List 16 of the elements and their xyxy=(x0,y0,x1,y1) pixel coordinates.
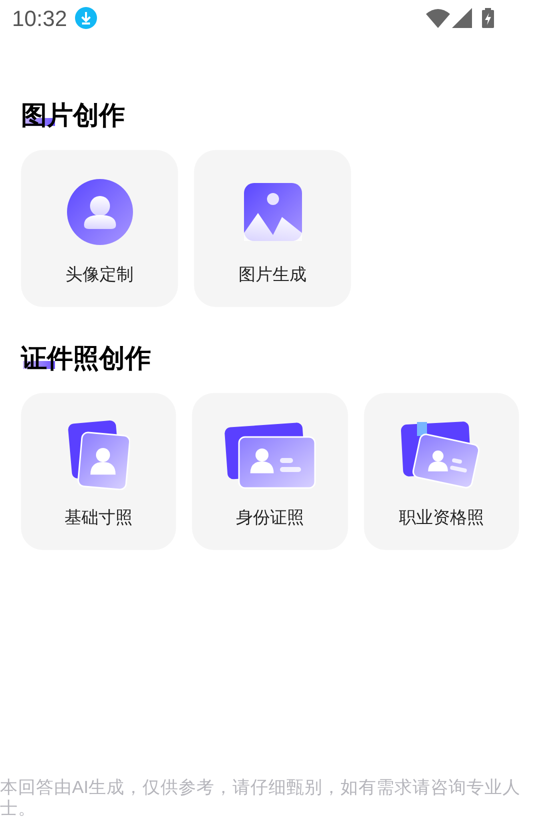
feature-card[interactable]: 身份证照 xyxy=(192,393,348,550)
photo-card-icon xyxy=(68,420,130,490)
status-time: 10:32 xyxy=(12,4,68,32)
user-avatar-icon xyxy=(66,178,132,244)
wifi-icon xyxy=(426,8,450,28)
image-icon xyxy=(244,182,302,240)
battery-charging-icon xyxy=(482,8,494,28)
disclaimer-text: 本回答由AI生成，仅供参考，请仔细甄别，如有需求请咨询专业人士。 xyxy=(0,777,522,819)
feature-card[interactable]: 职业资格照 xyxy=(364,393,519,550)
signal-icon xyxy=(452,8,472,28)
feature-card[interactable]: 基础寸照 xyxy=(21,393,176,550)
certificate-card-icon xyxy=(400,420,482,488)
id-card-icon xyxy=(224,420,316,488)
feature-card[interactable]: 图片生成 xyxy=(194,150,351,307)
download-icon xyxy=(75,7,98,29)
feature-card[interactable]: 头像定制 xyxy=(21,150,178,307)
